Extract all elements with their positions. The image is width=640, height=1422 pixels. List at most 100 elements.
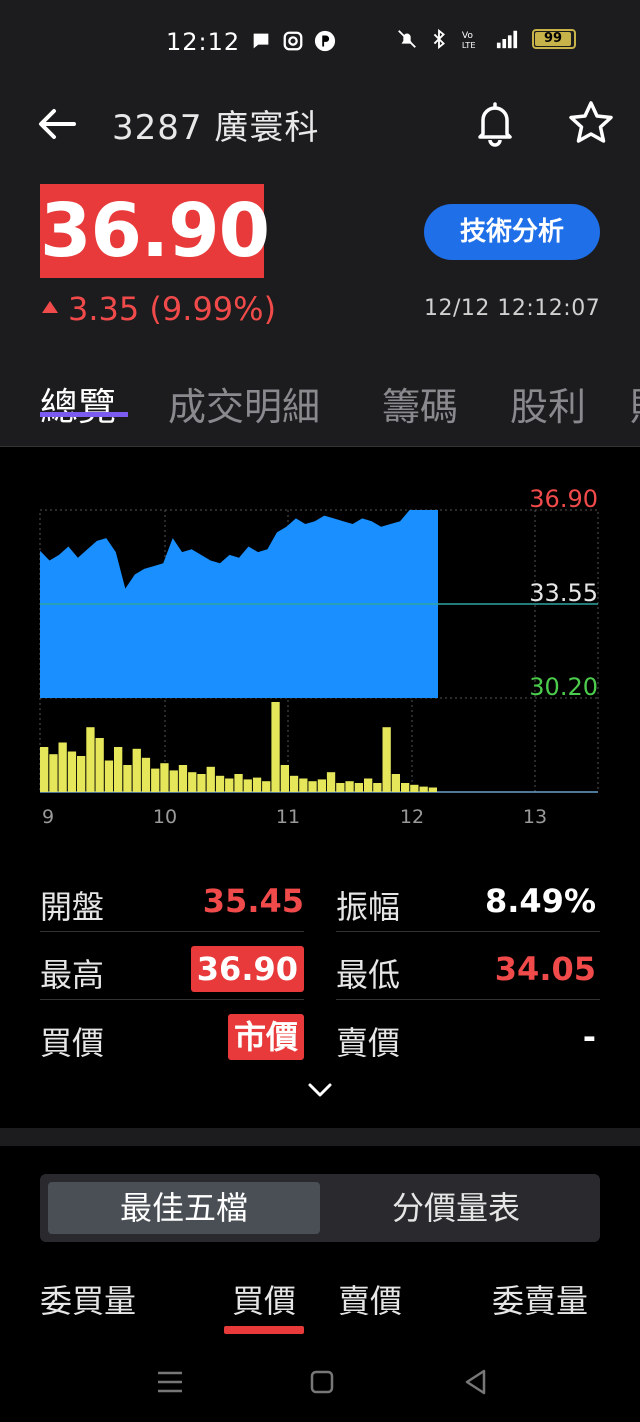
status-time: 12:12 — [166, 28, 241, 56]
volume-bar — [410, 784, 419, 792]
volume-bar — [58, 742, 67, 792]
volume-bar — [151, 768, 160, 792]
volume-bar — [188, 772, 197, 792]
star-icon[interactable] — [566, 98, 616, 148]
bid-value: 市價 — [227, 1014, 304, 1060]
app-header: 3287 廣寰科 — [0, 86, 640, 172]
tab-bar: 總覽 成交明細 籌碼 股利 財 — [0, 372, 640, 447]
volume-bar — [49, 754, 58, 792]
volume-bar — [354, 783, 363, 792]
chat-icon — [253, 33, 269, 49]
col-bid-qty: 委買量 — [40, 1282, 137, 1320]
volume-bar — [336, 783, 345, 792]
volume-bar — [373, 783, 382, 792]
intraday-chart[interactable]: 36.90 33.55 30.20 9 10 11 12 13 — [0, 447, 640, 847]
volume-bar — [86, 727, 95, 792]
back-arrow-icon[interactable] — [34, 104, 80, 144]
volume-bar — [364, 778, 373, 792]
col-bid-price: 買價 — [232, 1282, 297, 1320]
volume-bar — [95, 738, 104, 792]
intraday-chart-svg: 36.90 33.55 30.20 9 10 11 12 13 — [39, 485, 599, 828]
high-label: 最高 — [40, 956, 105, 994]
volume-bar — [317, 779, 326, 792]
amplitude-value: 8.49% — [484, 882, 596, 920]
quote-timestamp: 12/12 12:12:07 — [424, 296, 601, 321]
volume-bar — [391, 774, 400, 792]
volume-bar — [104, 760, 114, 792]
x-tick-label: 9 — [42, 806, 54, 828]
volume-bar — [67, 751, 77, 792]
volume-bar — [197, 774, 206, 792]
home-square-icon[interactable] — [304, 1364, 340, 1400]
volume-bar — [243, 779, 252, 792]
svg-text:LTE: LTE — [462, 40, 476, 50]
stat-row-bid: 買價 市價 賣價 - — [40, 1000, 600, 1068]
battery-icon: 99 — [532, 29, 576, 49]
volume-bar — [215, 775, 225, 792]
bid-label: 買價 — [40, 1024, 105, 1062]
tab-dividends[interactable]: 股利 — [510, 376, 586, 431]
col-ask-qty: 委賣量 — [492, 1282, 589, 1320]
volume-bar — [132, 748, 141, 792]
volume-bar — [428, 787, 437, 792]
volume-bar — [160, 763, 169, 792]
volume-bar — [123, 765, 132, 792]
system-nav-bar — [0, 1340, 640, 1422]
volume-bar — [280, 765, 289, 792]
y-label-high: 36.90 — [529, 485, 598, 513]
bluetooth-icon — [433, 28, 445, 50]
y-label-mid: 33.55 — [529, 579, 598, 607]
col-ask-price: 賣價 — [338, 1282, 403, 1320]
instagram-icon — [283, 31, 303, 51]
bell-icon[interactable] — [470, 98, 520, 148]
active-tab-indicator — [40, 412, 128, 417]
current-price: 36.90 — [40, 184, 270, 278]
amplitude-label: 振幅 — [336, 888, 401, 926]
up-triangle-icon — [42, 301, 58, 313]
signal-icon — [496, 30, 518, 49]
technical-analysis-button[interactable]: 技術分析 — [424, 204, 600, 260]
volume-bar — [262, 781, 271, 792]
volume-bar — [271, 702, 280, 792]
price-change-value: 3.35 (9.99%) — [68, 290, 277, 328]
menu-icon[interactable] — [152, 1364, 188, 1400]
volume-bar — [326, 772, 336, 792]
segment-price-volume[interactable]: 分價量表 — [320, 1182, 592, 1234]
tab-overview[interactable]: 總覽 — [40, 376, 116, 431]
low-value: 34.05 — [494, 950, 596, 988]
volume-bar — [141, 757, 151, 792]
tab-chips[interactable]: 籌碼 — [382, 376, 458, 431]
volume-bar — [382, 727, 391, 792]
ask-value: - — [582, 1018, 596, 1056]
tab-trade-details[interactable]: 成交明細 — [168, 376, 320, 431]
tab-financials[interactable]: 財 — [630, 376, 640, 431]
ask-label: 賣價 — [336, 1024, 401, 1062]
segment-best-five[interactable]: 最佳五檔 — [48, 1182, 320, 1234]
volte-icon: VoLTE — [462, 30, 476, 50]
y-label-low: 30.20 — [529, 673, 598, 701]
stats-panel: 開盤 35.45 振幅 8.49% 最高 36.90 最低 34.05 買價 市… — [0, 860, 640, 1115]
chevron-down-icon[interactable] — [304, 1078, 336, 1102]
bid-marker — [224, 1326, 304, 1334]
quote-panel: 36.90 技術分析 3.35 (9.99%) 12/12 12:12:07 總… — [0, 172, 640, 447]
high-value: 36.90 — [190, 946, 304, 992]
volume-bar — [299, 778, 308, 792]
volume-bar — [345, 781, 354, 792]
volume-bars — [40, 702, 437, 792]
battery-level: 99 — [535, 32, 571, 46]
volume-bar — [40, 747, 49, 792]
mute-icon — [398, 30, 416, 48]
volume-bar — [114, 747, 123, 792]
back-triangle-icon[interactable] — [458, 1364, 494, 1400]
volume-bar — [234, 774, 243, 792]
stat-row-open: 開盤 35.45 振幅 8.49% — [40, 864, 600, 932]
parking-icon — [314, 30, 336, 52]
volume-bar — [77, 756, 86, 792]
volume-bar — [169, 770, 178, 792]
x-tick-label: 12 — [400, 806, 424, 828]
open-value: 35.45 — [202, 882, 304, 920]
volume-bar — [178, 765, 188, 792]
volume-bar — [308, 781, 317, 792]
volume-bar — [225, 778, 234, 792]
x-tick-label: 13 — [523, 806, 547, 828]
